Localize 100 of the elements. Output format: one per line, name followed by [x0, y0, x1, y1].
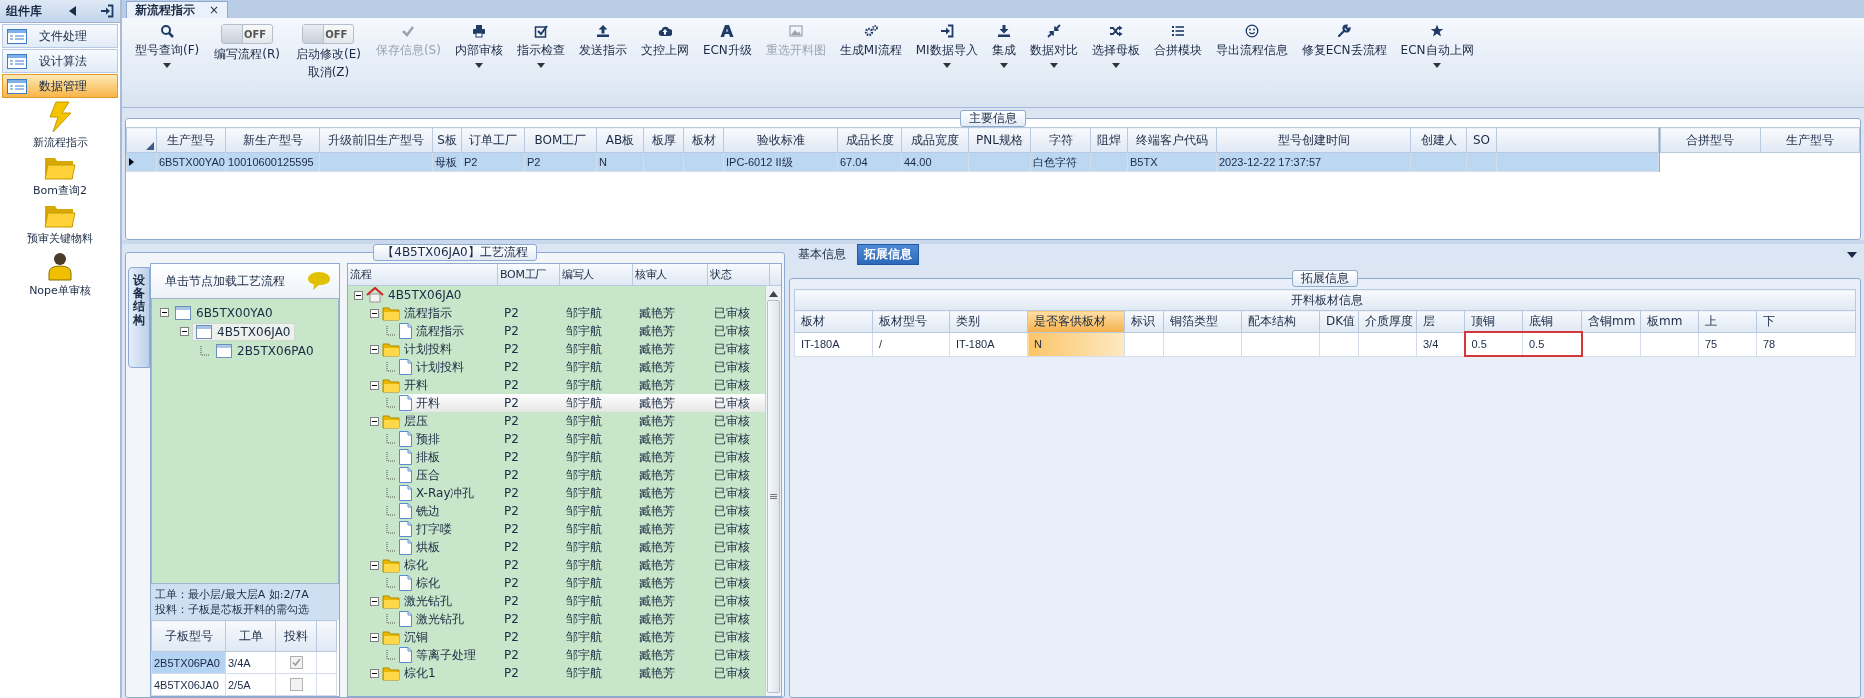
toggle-switch[interactable]: OFF	[221, 24, 274, 44]
tree-row[interactable]: 层压 P2 邹宇航 臧艳芳 已审核	[348, 412, 765, 430]
tree-row[interactable]: 计划投料 P2 邹宇航 臧艳芳 已审核	[348, 358, 765, 376]
tree-row[interactable]: 开料 P2 邹宇航 臧艳芳 已审核	[348, 394, 765, 412]
column-header[interactable]: SO	[1466, 127, 1497, 153]
tree-row[interactable]: 打字喽 P2 邹宇航 臧艳芳 已审核	[348, 520, 765, 538]
column-header[interactable]: 升级前旧生产型号	[319, 127, 433, 153]
tree-row[interactable]: 棕化1 P2 邹宇航 臧艳芳 已审核	[348, 664, 765, 682]
caret-icon[interactable]	[163, 63, 172, 68]
column-header[interactable]: 终端客户代码	[1127, 127, 1217, 153]
tree-row[interactable]: 棕化 P2 邹宇航 臧艳芳 已审核	[348, 574, 765, 592]
column-header[interactable]: 工单	[225, 620, 276, 652]
toolbar-button[interactable]: 选择母板	[1084, 22, 1147, 70]
tree-node[interactable]: 4B5TX06JA0	[192, 322, 295, 341]
tree-row[interactable]: 流程指示 P2 邹宇航 臧艳芳 已审核	[348, 304, 765, 322]
tree-row[interactable]: 棕化 P2 邹宇航 臧艳芳 已审核	[348, 556, 765, 574]
tool-launcher[interactable]: Bom查询2	[32, 154, 88, 199]
column-header[interactable]: 新生产型号	[225, 127, 320, 153]
caret-icon[interactable]	[1111, 63, 1120, 68]
caret-icon[interactable]	[999, 63, 1008, 68]
tree-row[interactable]: 等离子处理 P2 邹宇航 臧艳芳 已审核	[348, 646, 765, 664]
column-header[interactable]: 流程	[348, 264, 498, 285]
tree-row[interactable]: 开料 P2 邹宇航 臧艳芳 已审核	[348, 376, 765, 394]
menu-item[interactable]: 设计算法	[2, 49, 118, 73]
menu-item[interactable]: 数据管理	[2, 74, 118, 98]
caret-icon[interactable]	[474, 63, 483, 68]
column-header[interactable]: 验收标准	[723, 127, 838, 153]
column-header[interactable]: BOM工厂	[524, 127, 597, 153]
collapse-icon[interactable]	[370, 344, 379, 354]
tool-launcher[interactable]: 预审关键物料	[26, 202, 94, 247]
document-tab[interactable]: 新流程指示 ×	[126, 1, 229, 18]
table-cell[interactable]: 2B5TX06PA0	[151, 651, 226, 674]
table-cell[interactable]: 4B5TX06JA0	[151, 673, 226, 696]
toolbar-button[interactable]: MI数据导入	[908, 22, 985, 70]
tree-row[interactable]: 铣边 P2 邹宇航 臧艳芳 已审核	[348, 502, 765, 520]
column-header[interactable]: 子板型号	[151, 620, 226, 652]
column-header[interactable]: 生产型号	[1760, 127, 1860, 153]
caret-icon[interactable]	[1433, 63, 1442, 68]
column-header[interactable]: 状态	[708, 264, 770, 285]
tree-node[interactable]: 2B5TX06PA0	[213, 342, 317, 359]
toolbar-button[interactable]: 集成	[984, 22, 1023, 70]
collapse-icon[interactable]	[370, 560, 379, 570]
toggle-switch[interactable]: OFF	[302, 24, 355, 44]
checkbox[interactable]	[289, 656, 303, 670]
tab[interactable]: 基本信息	[791, 244, 853, 265]
column-header[interactable]: PNL规格	[968, 127, 1031, 153]
toolbar-button[interactable]: 型号查询(F)	[128, 22, 207, 70]
column-header[interactable]: 成品宽度	[901, 127, 969, 153]
column-header[interactable]: 生产型号	[156, 127, 226, 153]
checkbox[interactable]	[289, 678, 303, 692]
side-tab[interactable]: 设备结构	[128, 267, 150, 368]
dropdown-icon[interactable]	[1847, 251, 1857, 258]
column-header[interactable]: 创建人	[1410, 127, 1467, 153]
caret-icon[interactable]	[536, 63, 545, 68]
column-header[interactable]: AB板	[596, 127, 644, 153]
column-header[interactable]: 成品长度	[837, 127, 902, 153]
column-header[interactable]: BOM工厂	[498, 264, 560, 285]
collapse-arrow-icon[interactable]	[69, 6, 76, 16]
toolbar-button[interactable]: 修复ECN丢流程	[1294, 22, 1394, 60]
tree-row[interactable]: 预排 P2 邹宇航 臧艳芳 已审核	[348, 430, 765, 448]
collapse-icon[interactable]	[354, 290, 363, 300]
column-header[interactable]: 核审人	[633, 264, 708, 285]
tree-row[interactable]: 烘板 P2 邹宇航 臧艳芳 已审核	[348, 538, 765, 556]
collapse-icon[interactable]	[180, 327, 189, 336]
column-header[interactable]: S板	[432, 127, 462, 153]
tree-row[interactable]: X-Ray冲孔 P2 邹宇航 臧艳芳 已审核	[348, 484, 765, 502]
column-header[interactable]: 订单工厂	[461, 127, 525, 153]
scrollbar[interactable]	[765, 286, 781, 696]
toolbar-button[interactable]: 导出流程信息	[1208, 22, 1295, 60]
collapse-icon[interactable]	[160, 308, 169, 317]
tree-row[interactable]: 沉铜 P2 邹宇航 臧艳芳 已审核	[348, 628, 765, 646]
collapse-icon[interactable]	[370, 380, 379, 390]
menu-item[interactable]: 文件处理	[2, 24, 118, 48]
toolbar-button[interactable]: 文控上网	[633, 22, 696, 60]
toolbar-button[interactable]: 合拼模块	[1146, 22, 1209, 60]
column-header[interactable]: 型号创建时间	[1216, 127, 1411, 153]
tool-launcher[interactable]: Nope单审核	[28, 250, 92, 299]
column-header[interactable]: 板材	[794, 310, 873, 332]
tree-row[interactable]: 计划投料 P2 邹宇航 臧艳芳 已审核	[348, 340, 765, 358]
column-header[interactable]: 字符	[1030, 127, 1091, 153]
tab[interactable]: 拓展信息	[857, 244, 919, 265]
tree-row[interactable]: 激光钻孔 P2 邹宇航 臧艳芳 已审核	[348, 610, 765, 628]
tree-node[interactable]: 6B5TX00YA0	[172, 304, 276, 321]
column-header[interactable]: 投料	[275, 620, 317, 652]
collapse-icon[interactable]	[370, 416, 379, 426]
caret-icon[interactable]	[942, 63, 951, 68]
caret-icon[interactable]	[1049, 63, 1058, 68]
tree-row[interactable]: 激光钻孔 P2 邹宇航 臧艳芳 已审核	[348, 592, 765, 610]
tool-launcher[interactable]: 新流程指示	[31, 100, 89, 151]
close-icon[interactable]: ×	[209, 3, 220, 17]
collapse-icon[interactable]	[370, 596, 379, 606]
toolbar-button[interactable]: 数据对比	[1022, 22, 1085, 70]
scroll-up-icon[interactable]	[769, 291, 778, 297]
column-header[interactable]: 编写人	[560, 264, 633, 285]
tree-row[interactable]: 排板 P2 邹宇航 臧艳芳 已审核	[348, 448, 765, 466]
column-header[interactable]: 板材	[683, 127, 724, 153]
toolbar-button[interactable]: ECN升级	[695, 22, 759, 60]
toolbar-button[interactable]: 发送指示	[571, 22, 634, 60]
toolbar-button[interactable]: 内部审核	[447, 22, 510, 70]
toolbar-button[interactable]: 生成MI流程	[832, 22, 909, 60]
